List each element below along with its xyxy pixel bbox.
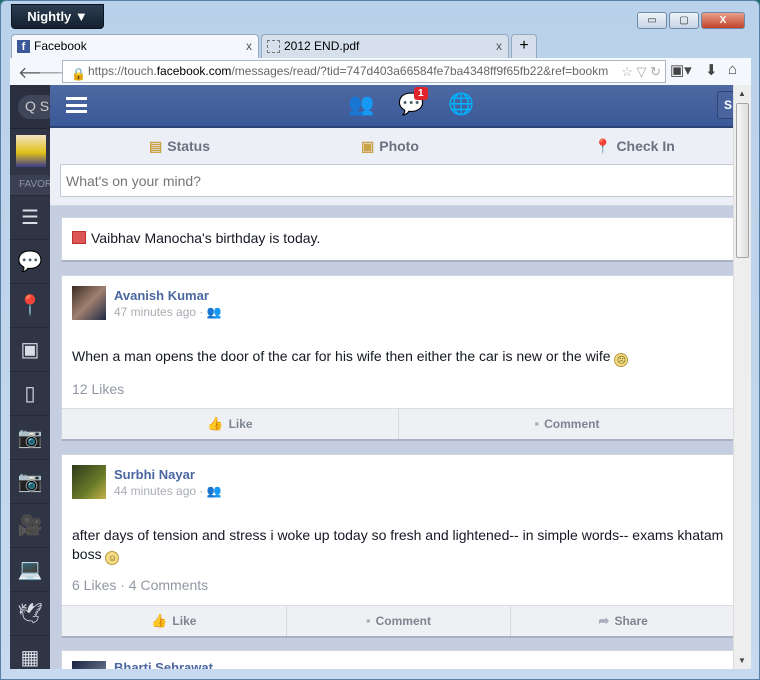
favorites-label: FAVORITES: [10, 175, 50, 195]
scroll-up-icon[interactable]: ▲: [738, 89, 746, 98]
page-icon: [267, 40, 280, 53]
dropdown-icon[interactable]: ▽: [636, 64, 646, 79]
video-camera-icon[interactable]: 🎥: [10, 503, 50, 547]
camera-icon[interactable]: 📷: [10, 415, 50, 459]
camera-icon[interactable]: 📷: [10, 459, 50, 503]
post-card: Avanish Kumar 47 minutes ago · 👥 When a …: [61, 275, 736, 441]
close-tab-icon[interactable]: x: [496, 35, 502, 57]
laptop-icon[interactable]: 💻: [10, 547, 50, 591]
smile-emoji-icon: ☺: [105, 551, 120, 565]
post-actions: 👍 Like ▪ Comment ➦ Share: [62, 605, 735, 636]
scrollbar[interactable]: ▲ ▼: [733, 85, 751, 669]
post-card: Bharti Sehrawat: [61, 650, 736, 669]
like-button[interactable]: 👍 Like: [62, 409, 398, 439]
tab-label: Facebook: [34, 39, 87, 53]
tab-facebook[interactable]: f Facebook x: [11, 34, 259, 58]
bookmarks-icon[interactable]: ▣▾: [670, 61, 692, 79]
share-button[interactable]: ➦ Share: [510, 606, 735, 636]
tab-status[interactable]: ▤ Status: [149, 138, 210, 155]
post-time: 44 minutes ago · 👥: [114, 484, 222, 498]
like-button[interactable]: 👍 Like: [62, 606, 286, 636]
window-controls: ▭ ▢ X: [637, 12, 745, 29]
url-actions: ☆ ▽ ↻: [619, 61, 661, 82]
share-arrow-icon: ➦: [598, 613, 610, 628]
birthday-card[interactable]: Vaibhav Manocha's birthday is today.: [61, 217, 736, 262]
comment-icon: ▪: [366, 613, 371, 628]
app-menu-button[interactable]: Nightly ▼: [11, 4, 104, 29]
facebook-favicon-icon: f: [17, 40, 30, 53]
status-icon: ▤: [149, 138, 163, 154]
avatar[interactable]: [72, 661, 106, 669]
tab-pdf[interactable]: 2012 END.pdf x: [261, 34, 509, 58]
thumbs-up-icon: 👍: [207, 416, 224, 431]
close-tab-icon[interactable]: x: [246, 35, 252, 57]
post-stats[interactable]: 12 Likes: [72, 381, 124, 397]
sidebar-search[interactable]: Q S: [10, 85, 58, 129]
tab-check-in[interactable]: 📍 Check In: [594, 138, 675, 155]
navigation-bar: 🡐 🡒 🔒 https://touch.facebook.com/message…: [10, 58, 751, 85]
thumbs-up-icon: 👍: [151, 613, 168, 628]
scroll-down-icon[interactable]: ▼: [738, 656, 746, 665]
friends-audience-icon: 👥: [206, 484, 222, 498]
comment-icon: ▪: [534, 416, 540, 431]
new-tab-button[interactable]: +: [511, 34, 537, 58]
facebook-main: 👥 💬 1 🌐 S ▤Status ▣Photo 📍Check In Vaibh…: [50, 85, 741, 669]
reload-icon[interactable]: ↻: [650, 64, 661, 79]
notifications-globe-icon[interactable]: 🌐: [448, 93, 474, 117]
close-window-button[interactable]: X: [701, 12, 745, 29]
tab-photo[interactable]: ▣ Photo: [361, 138, 419, 155]
avatar[interactable]: [72, 286, 106, 320]
avatar[interactable]: [72, 465, 106, 499]
facebook-header: 👥 💬 1 🌐 S: [50, 85, 741, 128]
comment-button[interactable]: ▪ Comment: [398, 409, 735, 439]
dove-icon[interactable]: 🕊: [10, 591, 50, 635]
friend-requests-icon[interactable]: 👥: [348, 93, 374, 117]
menu-icon[interactable]: [66, 97, 87, 113]
friends-audience-icon: 👥: [206, 305, 222, 319]
comment-button[interactable]: ▪ Comment: [285, 606, 511, 636]
home-icon[interactable]: ⌂: [728, 61, 737, 78]
post-text: When a man opens the door of the car for…: [72, 347, 737, 367]
post-time: 47 minutes ago · 👥: [114, 305, 222, 319]
photo-icon: ▣: [361, 138, 375, 154]
minimize-button[interactable]: ▭: [637, 12, 667, 29]
gift-icon: [72, 231, 86, 244]
profile-avatar[interactable]: [16, 135, 46, 167]
sidebar: Q S FAVORITES ☰ 💬 📍 ▣ ▯ 📷 📷 🎥 💻 🕊 ▦: [10, 85, 58, 669]
nearby-icon[interactable]: 📍: [10, 283, 50, 327]
check-in-pin-icon: 📍: [594, 138, 612, 154]
frown-emoji-icon: ☹: [614, 353, 629, 367]
notes-icon[interactable]: ▯: [10, 371, 50, 415]
post-card: Surbhi Nayar 44 minutes ago · 👥 after da…: [61, 454, 736, 638]
browser-window: Nightly ▼ ▭ ▢ X f Facebook x 2012 END.pd…: [0, 0, 760, 680]
url-bar[interactable]: 🔒 https://touch.facebook.com/messages/re…: [62, 60, 666, 83]
post-author[interactable]: Surbhi Nayar: [114, 467, 195, 482]
bookmark-star-icon[interactable]: ☆: [621, 64, 633, 79]
photos-icon[interactable]: ▣: [10, 327, 50, 371]
tab-label: 2012 END.pdf: [284, 39, 360, 53]
message-badge: 1: [414, 87, 428, 100]
post-author[interactable]: Avanish Kumar: [114, 288, 209, 303]
post-author[interactable]: Bharti Sehrawat: [114, 660, 213, 669]
status-input[interactable]: [60, 164, 735, 197]
page-content: Q S FAVORITES ☰ 💬 📍 ▣ ▯ 📷 📷 🎥 💻 🕊 ▦ 👥 💬 …: [10, 85, 751, 669]
messages-icon[interactable]: 💬: [10, 239, 50, 283]
news-feed-icon[interactable]: ☰: [10, 195, 50, 239]
download-icon[interactable]: ⬇: [705, 61, 718, 79]
maximize-button[interactable]: ▢: [669, 12, 699, 29]
calculator-icon[interactable]: ▦: [10, 635, 50, 669]
scrollbar-thumb[interactable]: [736, 103, 749, 258]
post-text: after days of tension and stress i woke …: [72, 527, 724, 565]
composer: ▤ Status ▣ Photo 📍 Check In: [50, 128, 735, 206]
post-actions: 👍 Like ▪ Comment: [62, 408, 735, 439]
lock-icon: 🔒: [71, 67, 86, 81]
post-stats[interactable]: 6 Likes · 4 Comments: [72, 577, 208, 593]
